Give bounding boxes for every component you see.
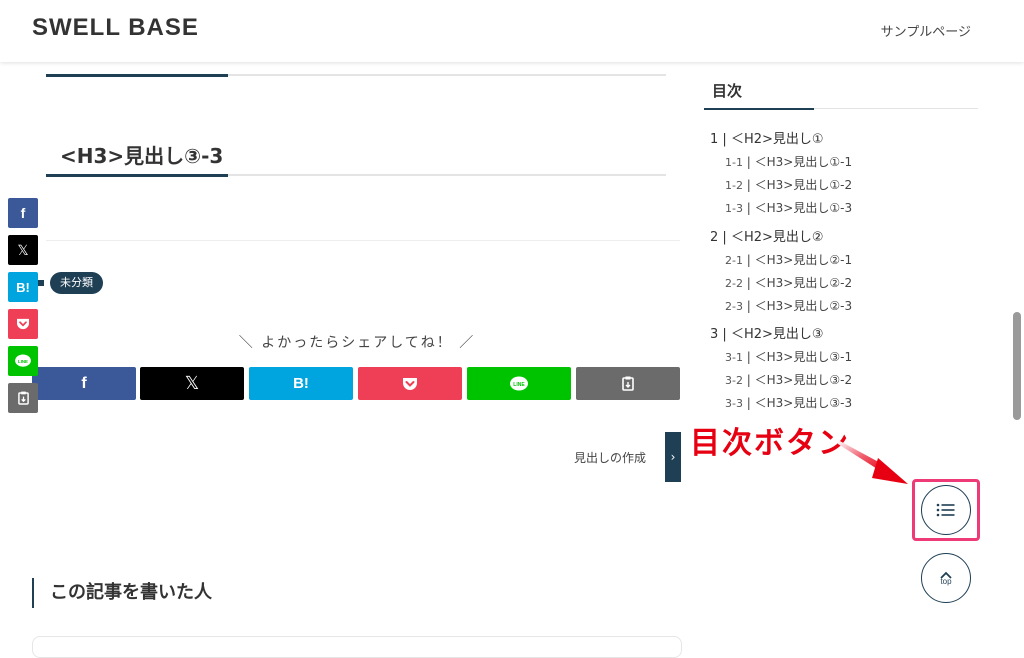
share-line-button[interactable]: LINE (467, 367, 571, 400)
toc-item-h3[interactable]: 1-1 | ＜H3>見出し①-1 (725, 153, 852, 170)
toc-item-h3[interactable]: 2-2 | ＜H3>見出し②-2 (725, 274, 852, 291)
next-post-link[interactable]: 見出しの作成 (574, 449, 646, 466)
toc-item-h2[interactable]: 1 | ＜H2>見出し① (710, 128, 824, 147)
toc-item-h3[interactable]: 1-2 | ＜H3>見出し①-2 (725, 176, 852, 193)
clipboard-icon (17, 391, 29, 405)
site-header: SWELL BASE サンプルページ (0, 0, 1024, 62)
annotation-label: 目次ボタン (690, 426, 850, 461)
category-icon (38, 280, 44, 286)
nav-item-sample-page[interactable]: サンプルページ (881, 21, 971, 40)
toc-item-h3[interactable]: 2-1 | ＜H3>見出し②-1 (725, 251, 852, 268)
toc-item-h3[interactable]: 3-1 | ＜H3>見出し③-1 (725, 348, 852, 365)
svg-text:LINE: LINE (513, 382, 525, 388)
facebook-icon: f (20, 205, 26, 221)
chevron-right-icon: › (670, 450, 676, 464)
pocket-icon (403, 377, 417, 390)
author-card (32, 636, 682, 658)
float-x-button[interactable]: 𝕏 (8, 235, 38, 265)
toc-floating-button[interactable] (921, 485, 971, 535)
svg-text:LINE: LINE (18, 359, 28, 364)
category-badge[interactable]: 未分類 (50, 272, 103, 294)
float-hatena-button[interactable]: B! (8, 272, 38, 302)
facebook-icon: f (81, 374, 87, 392)
float-copy-button[interactable] (8, 383, 38, 413)
line-icon: LINE (510, 376, 528, 390)
toc-item-h3[interactable]: 3-3 | ＜H3>見出し③-3 (725, 394, 852, 411)
hatena-icon: B! (16, 279, 30, 295)
share-message: ＼ よかったらシェアしてね！ ／ (238, 335, 476, 351)
page-scrollbar[interactable] (1013, 312, 1021, 420)
share-x-button[interactable]: 𝕏 (140, 367, 244, 400)
line-icon: LINE (15, 354, 31, 367)
content-divider (46, 240, 680, 241)
toc-item-h2[interactable]: 3 | ＜H2>見出し③ (710, 323, 824, 342)
share-facebook-button[interactable]: f (32, 367, 136, 400)
toc-item-h2[interactable]: 2 | ＜H2>見出し② (710, 226, 824, 245)
pocket-icon (17, 318, 29, 330)
site-title[interactable]: SWELL BASE (32, 14, 199, 42)
float-pocket-button[interactable] (8, 309, 38, 339)
toc-item-h3[interactable]: 3-2 | ＜H3>見出し③-2 (725, 371, 852, 388)
x-icon: 𝕏 (184, 373, 200, 393)
float-line-button[interactable]: LINE (8, 346, 38, 376)
share-copy-button[interactable] (576, 367, 680, 400)
heading-underline (46, 174, 666, 177)
share-pocket-button[interactable] (358, 367, 462, 400)
annotation-arrow-icon (838, 440, 908, 484)
float-facebook-button[interactable]: f (8, 198, 38, 228)
toc-item-h3[interactable]: 2-3 | ＜H3>見出し②-3 (725, 297, 852, 314)
toc-title: 目次 (712, 82, 743, 100)
toc-title-underline (704, 108, 978, 110)
article-h3-heading: <H3>見出し③-3 (60, 144, 224, 168)
clipboard-icon (622, 376, 634, 391)
toc-item-h3[interactable]: 1-3 | ＜H3>見出し①-3 (725, 199, 852, 216)
list-icon (936, 503, 955, 517)
author-section-heading: この記事を書いた人 (32, 578, 212, 608)
back-to-top-button[interactable]: top (921, 553, 971, 603)
x-icon: 𝕏 (17, 241, 29, 258)
top-label: top (940, 576, 952, 586)
heading-underline (46, 74, 666, 77)
share-hatena-button[interactable]: B! (249, 367, 353, 400)
hatena-icon: B! (293, 375, 309, 392)
next-post-arrow-button[interactable]: › (665, 432, 681, 482)
